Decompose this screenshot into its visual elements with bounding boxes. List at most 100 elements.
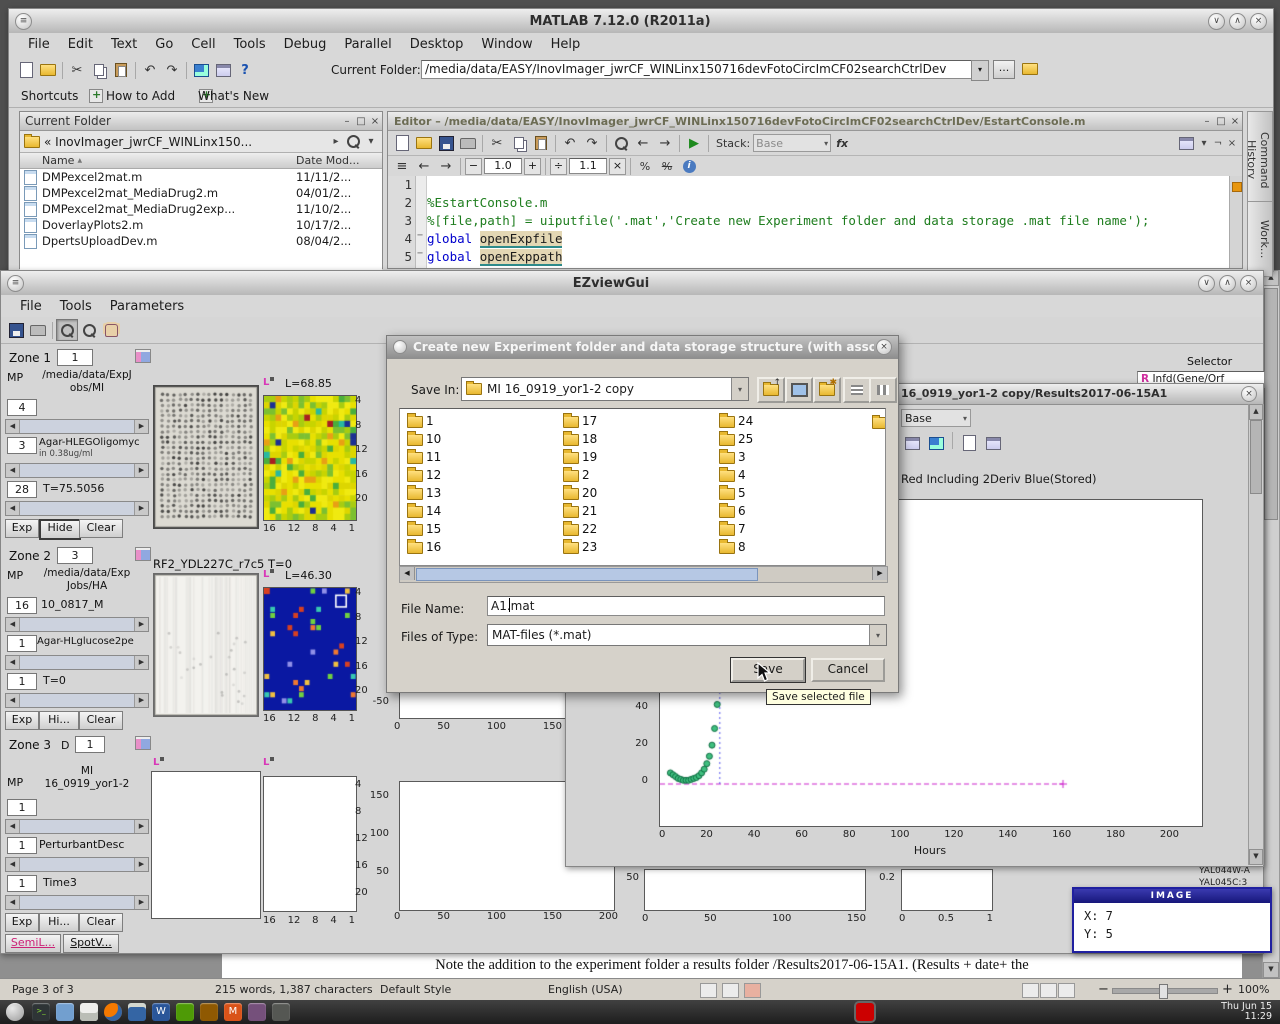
folder-item[interactable]: 20 [560,484,712,502]
editor-layout-arrow-icon[interactable]: ▾ [1197,138,1211,149]
parent-folder-button[interactable]: ↑ [757,377,785,403]
folder-item[interactable]: 13 [404,484,556,502]
zone3-time-slider[interactable]: ◀▶ [5,895,149,910]
folder-item[interactable]: 24 [716,412,868,430]
cut-icon[interactable]: ✂ [486,132,508,154]
stack-combo[interactable]: Base▾ [753,134,831,152]
folder-list-hscrollbar[interactable]: ◀ ▶ [399,566,888,583]
scroll-down-icon[interactable]: ▼ [1249,849,1263,865]
zone3-plate-slider[interactable]: ◀▶ [5,819,149,834]
single-page-view-icon[interactable] [1022,983,1039,998]
menu-item[interactable]: Debug [275,37,336,52]
web-browser-icon[interactable] [104,1003,122,1021]
menu-item[interactable]: Parallel [335,37,400,52]
zone2-time-field[interactable]: 1 [7,673,37,690]
editor-dock-icon[interactable]: – [1200,116,1214,127]
dialog-close-button[interactable]: × [876,339,892,355]
zone2-plate-slider[interactable]: ◀▶ [5,617,149,632]
print-icon[interactable] [27,319,49,341]
zone3-time-field[interactable]: 1 [7,875,37,892]
folder-item[interactable]: 19 [560,448,712,466]
menu-item[interactable]: Parameters [101,299,193,314]
layout-columns-icon[interactable] [982,432,1004,454]
zone2-media-field[interactable]: 1 [7,635,37,652]
redo-icon[interactable]: ↷ [581,132,603,154]
uncomment-icon[interactable]: % [656,155,678,177]
copy-icon[interactable] [508,132,530,154]
zone2-grid-icon[interactable] [135,547,151,561]
breadcrumb[interactable]: « InovImager_jwrCF_WINLinx150... [44,135,325,149]
zone3-media-slider[interactable]: ◀▶ [5,857,149,872]
code-line[interactable]: global openExppath [427,248,1229,266]
zone3-hide-button[interactable]: Hi... [39,913,79,932]
comment-icon[interactable]: % [634,155,656,177]
maximize-button[interactable]: ∧ [1229,13,1246,30]
zoom-slider-thumb[interactable] [1159,984,1168,999]
copy-icon[interactable] [88,59,110,81]
menu-item[interactable]: Edit [59,37,102,52]
details-view-button[interactable] [869,377,897,403]
text-editor-icon[interactable] [80,1003,98,1021]
zone2-heatmap[interactable] [263,587,357,711]
file-row[interactable]: DMPexcel2mat_MediaDrug2exp...11/10/2... [20,201,382,217]
scroll-right-icon[interactable]: ▶ [872,567,887,580]
folder-item[interactable]: 5 [716,484,868,502]
semilog-toggle-button[interactable]: SemiL... [5,934,61,953]
zone1-plate-image[interactable] [153,385,259,529]
new-script-icon[interactable] [391,132,413,154]
menu-item[interactable]: Tools [51,299,101,314]
folder-item[interactable]: 16 [404,538,556,556]
zone2-field[interactable]: 3 [57,547,93,564]
folder-item[interactable]: 7 [716,520,868,538]
window-menu-button[interactable]: ≡ [15,13,32,30]
editor-undock-icon[interactable]: □ [1214,116,1228,127]
back-icon[interactable]: ← [632,132,654,154]
current-folder-panel-header[interactable]: Current Folder – □ × [20,112,382,131]
guide-icon[interactable] [212,59,234,81]
menu-item[interactable]: Tools [225,37,275,52]
zone3-clear-button[interactable]: Clear [79,913,123,932]
breadcrumb-arrow-icon[interactable]: ▸ [329,136,343,147]
menu-item[interactable]: Help [542,37,590,52]
menu-item[interactable]: Go [146,37,182,52]
media-player-icon[interactable] [248,1003,266,1021]
editor-layout-icon[interactable] [1175,132,1197,154]
editor-close-icon[interactable]: × [1228,116,1242,127]
find-icon[interactable] [610,132,632,154]
whats-new-link[interactable]: What's New [198,89,269,103]
close-button[interactable]: × [1240,275,1257,292]
decrease-value-button[interactable]: − [465,158,482,175]
save-in-combo[interactable]: MI 16_0919_yor1-2 copy ▾ [461,377,749,401]
zone3-heatmap-axes[interactable] [263,776,357,912]
editor-x-icon[interactable]: × [1225,138,1239,149]
redo-icon[interactable]: ↷ [161,59,183,81]
base-workspace-combo[interactable]: Base▾ [901,409,971,427]
file-row[interactable]: DMPexcel2mat_MediaDrug2.m04/01/2... [20,185,382,201]
how-to-add-link[interactable]: How to Add [106,89,175,103]
menu-item[interactable]: File [11,299,51,314]
open-icon[interactable] [413,132,435,154]
actions-menu-icon[interactable]: ▾ [364,136,378,147]
warning-marker-icon[interactable] [1232,182,1242,192]
folder-item[interactable]: 6 [716,502,868,520]
forward-icon[interactable]: → [654,132,676,154]
image-editor-icon[interactable] [200,1003,218,1021]
folder-icon[interactable] [872,417,886,429]
undock-icon[interactable]: □ [354,116,368,127]
selection-mode-icon[interactable] [722,983,739,998]
matlab-titlebar[interactable]: ≡ MATLAB 7.12.0 (R2011a) ∨ ∧ × [9,9,1273,34]
zone3-plate-field[interactable]: 1 [7,799,37,816]
zone1-exp-button[interactable]: Exp [5,519,39,538]
maximize-button[interactable]: ∧ [1219,275,1236,292]
clock[interactable]: Thu Jun 15 11:29 [1221,1002,1272,1022]
minimize-button[interactable]: ∨ [1208,13,1225,30]
fx-icon[interactable]: fx [831,132,853,154]
menu-item[interactable]: Cell [182,37,224,52]
zone1-time-field[interactable]: 28 [7,481,37,498]
column-name[interactable]: Name [20,154,74,167]
folder-dropdown-icon[interactable]: ▾ [971,60,989,81]
launcher-icon[interactable] [6,1003,24,1021]
zoom-field[interactable]: 1.1 [569,158,607,174]
zone1-hide-button[interactable]: Hide [39,519,81,540]
cut-icon[interactable]: ✂ [66,59,88,81]
